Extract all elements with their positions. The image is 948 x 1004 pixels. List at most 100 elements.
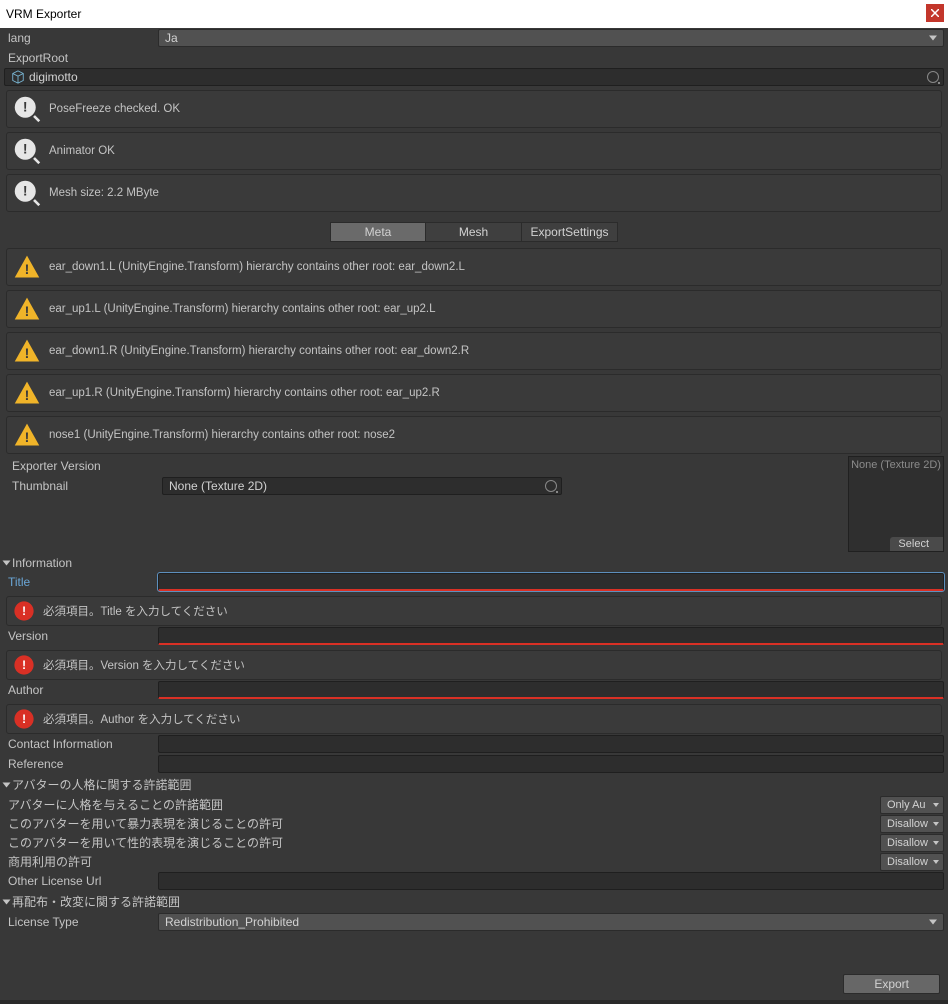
- information-foldout[interactable]: Information: [0, 554, 948, 572]
- perm-sexual-dropdown[interactable]: Disallow: [880, 834, 944, 852]
- warning-row: ! ear_up1.R (UnityEngine.Transform) hier…: [6, 374, 942, 412]
- info-text: PoseFreeze checked. OK: [49, 103, 180, 115]
- info-posefreeze: ! PoseFreeze checked. OK: [6, 90, 942, 128]
- version-label: Version: [4, 629, 158, 643]
- exportroot-value: digimotto: [29, 70, 78, 84]
- author-error: ! 必須項目。Author を入力してください: [6, 704, 942, 734]
- thumbnail-select-button[interactable]: Select: [890, 537, 943, 551]
- svg-text:!: !: [25, 387, 30, 403]
- thumbnail-value: None (Texture 2D): [169, 479, 267, 493]
- export-bar: Export: [8, 974, 940, 994]
- perm-personation-label: アバターに人格を与えることの許諾範囲: [4, 796, 880, 813]
- perm-violence-row: このアバターを用いて暴力表現を演じることの許可 Disallow: [0, 814, 948, 833]
- other-license-input[interactable]: [158, 872, 944, 890]
- warning-text: nose1 (UnityEngine.Transform) hierarchy …: [49, 429, 395, 441]
- author-row: Author: [0, 680, 948, 700]
- svg-text:!: !: [25, 303, 30, 319]
- error-icon: !: [13, 708, 35, 730]
- thumbnail-label: Thumbnail: [8, 479, 162, 493]
- license-dropdown[interactable]: Redistribution_Prohibited: [158, 913, 944, 931]
- info-icon: !: [13, 137, 41, 165]
- thumbnail-field[interactable]: None (Texture 2D): [162, 477, 562, 495]
- author-label: Author: [4, 683, 158, 697]
- svg-text:!: !: [22, 658, 26, 672]
- close-button[interactable]: [926, 4, 944, 22]
- contact-label: Contact Information: [4, 737, 158, 751]
- thumbnail-slot-label: None (Texture 2D): [851, 459, 941, 471]
- warning-row: ! ear_down1.R (UnityEngine.Transform) hi…: [6, 332, 942, 370]
- error-icon: !: [13, 600, 35, 622]
- reference-label: Reference: [4, 757, 158, 771]
- info-icon: !: [13, 95, 41, 123]
- reference-input[interactable]: [158, 755, 944, 773]
- close-icon: [931, 9, 939, 17]
- error-icon: !: [13, 654, 35, 676]
- warning-text: ear_down1.L (UnityEngine.Transform) hier…: [49, 261, 465, 273]
- perm-violence-dropdown[interactable]: Disallow: [880, 815, 944, 833]
- title-input[interactable]: [158, 573, 944, 591]
- perm-commercial-dropdown[interactable]: Disallow: [880, 853, 944, 871]
- object-picker-icon[interactable]: [927, 71, 939, 83]
- permission-foldout[interactable]: アバターの人格に関する許諾範囲: [0, 774, 948, 795]
- error-text: 必須項目。Version を入力してください: [43, 657, 245, 673]
- svg-text:!: !: [25, 429, 30, 445]
- exporter-version-label: Exporter Version: [8, 459, 162, 473]
- author-input[interactable]: [158, 681, 944, 699]
- info-text: Animator OK: [49, 145, 115, 157]
- license-label: License Type: [4, 915, 158, 929]
- window-title: VRM Exporter: [6, 7, 81, 21]
- warning-icon: !: [13, 337, 41, 365]
- contact-input[interactable]: [158, 735, 944, 753]
- other-license-label: Other License Url: [4, 874, 158, 888]
- exportroot-field[interactable]: digimotto: [4, 68, 944, 86]
- exportroot-label: ExportRoot: [4, 51, 158, 65]
- window-titlebar: VRM Exporter: [0, 0, 948, 28]
- tab-meta[interactable]: Meta: [330, 222, 426, 242]
- info-icon: !: [13, 179, 41, 207]
- warning-icon: !: [13, 295, 41, 323]
- exportroot-label-row: ExportRoot: [0, 48, 948, 68]
- lang-value: Ja: [165, 31, 178, 45]
- info-meshsize: ! Mesh size: 2.2 MByte: [6, 174, 942, 212]
- thumbnail-row: Thumbnail None (Texture 2D): [4, 476, 842, 496]
- warning-row: ! nose1 (UnityEngine.Transform) hierarch…: [6, 416, 942, 454]
- svg-text:!: !: [23, 141, 28, 157]
- lang-row: lang Ja: [0, 28, 948, 48]
- version-input[interactable]: [158, 627, 944, 645]
- version-error: ! 必須項目。Version を入力してください: [6, 650, 942, 680]
- svg-text:!: !: [22, 712, 26, 726]
- license-row: License Type Redistribution_Prohibited: [0, 912, 948, 932]
- title-error: ! 必須項目。Title を入力してください: [6, 596, 942, 626]
- gameobject-icon: [11, 70, 25, 84]
- lang-label: lang: [4, 31, 158, 45]
- warning-row: ! ear_down1.L (UnityEngine.Transform) hi…: [6, 248, 942, 286]
- object-picker-icon[interactable]: [545, 480, 557, 492]
- error-text: 必須項目。Author を入力してください: [43, 711, 240, 727]
- tab-exportsettings[interactable]: ExportSettings: [522, 222, 618, 242]
- contact-row: Contact Information: [0, 734, 948, 754]
- info-animator: ! Animator OK: [6, 132, 942, 170]
- perm-personation-dropdown[interactable]: Only Au: [880, 796, 944, 814]
- tab-bar: Meta Mesh ExportSettings: [0, 222, 948, 242]
- redistribution-foldout[interactable]: 再配布・改変に関する許諾範囲: [0, 891, 948, 912]
- perm-commercial-row: 商用利用の許可 Disallow: [0, 852, 948, 871]
- reference-row: Reference: [0, 754, 948, 774]
- svg-text:!: !: [23, 183, 28, 199]
- svg-text:!: !: [23, 99, 28, 115]
- export-button[interactable]: Export: [843, 974, 940, 994]
- title-label: Title: [4, 575, 158, 589]
- warning-text: ear_up1.L (UnityEngine.Transform) hierar…: [49, 303, 436, 315]
- warning-icon: !: [13, 421, 41, 449]
- lang-dropdown[interactable]: Ja: [158, 29, 944, 47]
- thumbnail-slot[interactable]: None (Texture 2D) Select: [848, 456, 944, 552]
- warning-icon: !: [13, 379, 41, 407]
- svg-text:!: !: [25, 261, 30, 277]
- permission-header: アバターの人格に関する許諾範囲: [12, 776, 192, 793]
- warning-text: ear_down1.R (UnityEngine.Transform) hier…: [49, 345, 469, 357]
- perm-sexual-row: このアバターを用いて性的表現を演じることの許可 Disallow: [0, 833, 948, 852]
- warning-icon: !: [13, 253, 41, 281]
- tab-mesh[interactable]: Mesh: [426, 222, 522, 242]
- exporter-version-field: [162, 457, 838, 475]
- info-text: Mesh size: 2.2 MByte: [49, 187, 159, 199]
- perm-personation-row: アバターに人格を与えることの許諾範囲 Only Au: [0, 795, 948, 814]
